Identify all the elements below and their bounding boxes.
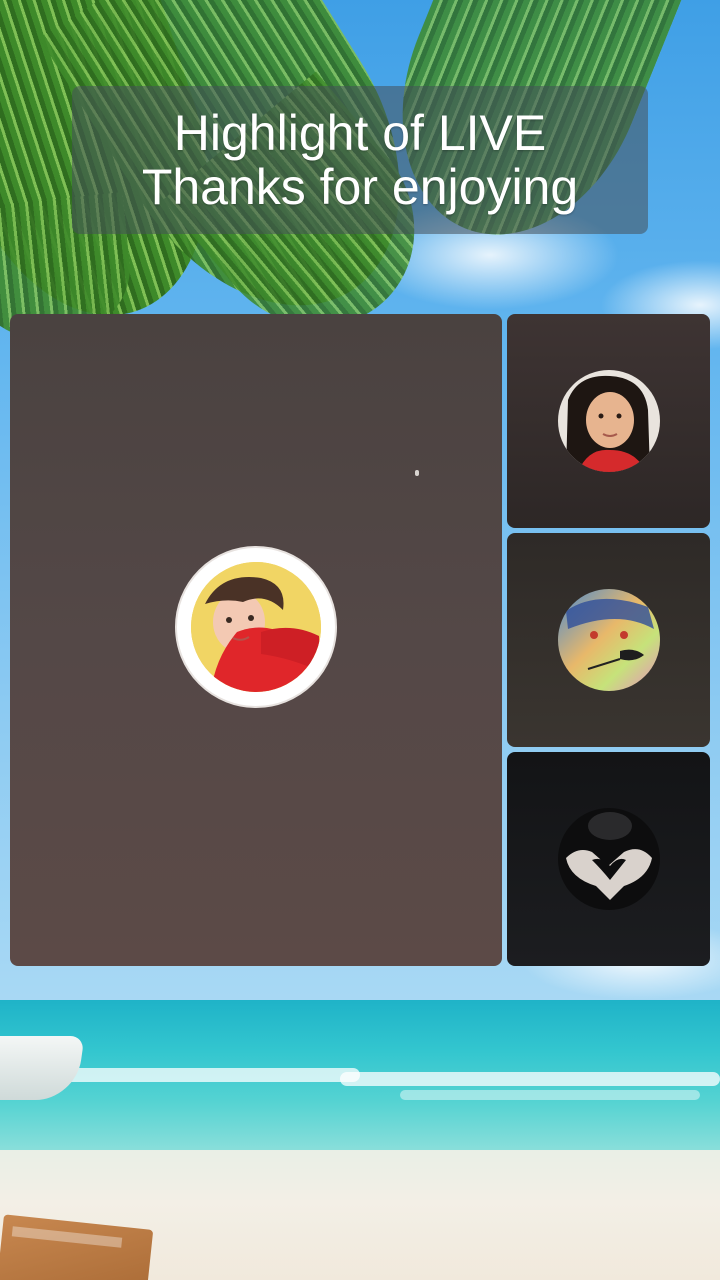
guest-2-avatar[interactable] [557,589,660,691]
guest-video-tile-1[interactable] [507,314,710,528]
wave [60,1068,360,1082]
host-avatar[interactable] [175,546,337,708]
banner-title: Highlight of LIVE [173,105,547,161]
host-avatar-photo [191,562,321,692]
guest-1-avatar-image [557,370,660,472]
guest-video-tile-3[interactable] [507,752,710,966]
cursor-speck [415,470,419,476]
guest-1-avatar[interactable] [557,370,660,472]
guest-3-avatar-image [557,808,660,910]
guest-video-tile-2[interactable] [507,533,710,747]
banner-subtitle: Thanks for enjoying [141,159,579,215]
host-avatar-image [191,562,321,692]
highlight-banner: Highlight of LIVE Thanks for enjoying [72,86,648,234]
wave [400,1090,700,1100]
host-video-tile[interactable] [10,314,502,966]
guest-3-avatar[interactable] [557,808,660,910]
wave [340,1072,720,1086]
guest-2-avatar-image [557,589,660,691]
